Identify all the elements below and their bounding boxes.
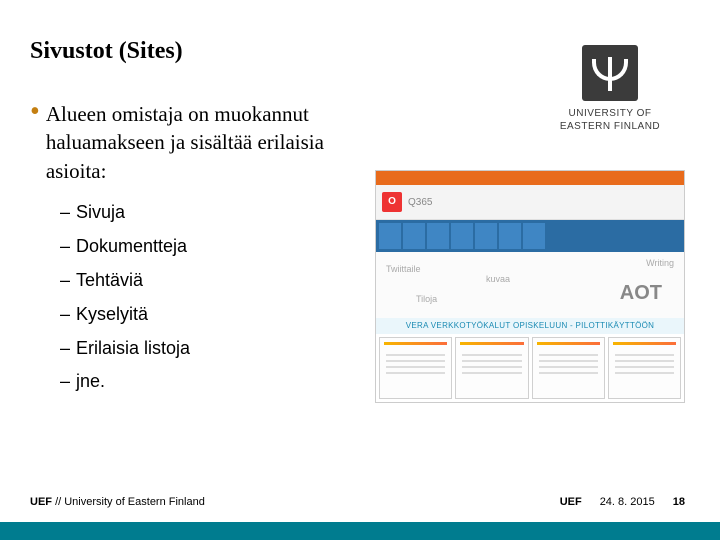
footer-date: 24. 8. 2015 [600,496,655,508]
grid-cell [455,337,528,399]
footer-left: UEF // University of Eastern Finland [30,496,205,508]
list-item-label: Dokumentteja [76,233,187,261]
list-item: –jne. [60,368,340,396]
sharepoint-screenshot: O Q365 Twiittaile Writing Tiloja kuvaa A… [375,170,685,403]
list-item: –Sivuja [60,199,340,227]
footer-right: UEF 24. 8. 2015 18 [560,496,685,508]
screenshot-wordcloud: Twiittaile Writing Tiloja kuvaa AOT [376,252,684,318]
list-item-label: jne. [76,368,105,396]
wc-word: kuvaa [486,274,510,284]
office-icon: O [382,192,402,212]
main-bullet-text: Alueen omistaja on muokannut haluamaksee… [46,100,340,185]
app-tile-icon [451,223,473,249]
bullet-dot-icon: • [30,100,40,185]
footer-brand-right: UEF [560,496,582,508]
list-item-label: Sivuja [76,199,125,227]
screenshot-topbar [376,171,684,185]
app-tile-icon [499,223,521,249]
grid-cell [379,337,452,399]
footer-institution: // University of Eastern Finland [55,496,205,508]
footer-page: 18 [673,496,685,508]
logo-line1: UNIVERSITY OF [569,108,652,119]
screenshot-grid [376,334,684,402]
logo-line2: EASTERN FINLAND [560,121,660,132]
app-tile-icon [523,223,545,249]
app-tile-icon [475,223,497,249]
footer-brand: UEF [30,496,52,508]
list-item: –Tehtäviä [60,267,340,295]
screenshot-tile-row [376,220,684,252]
screenshot-header: O Q365 [376,185,684,220]
list-item-label: Tehtäviä [76,267,143,295]
wc-word: Writing [646,258,674,268]
uef-logo-text: UNIVERSITY OF EASTERN FINLAND [535,107,685,133]
list-item: –Erilaisia listoja [60,335,340,363]
office-label: Q365 [408,197,432,208]
bottom-accent-bar [0,522,720,540]
aot-label: AOT [620,282,662,305]
list-item-label: Erilaisia listoja [76,335,190,363]
app-tile-icon [403,223,425,249]
content-area: • Alueen omistaja on muokannut haluamaks… [30,100,340,402]
list-item: –Kyselyitä [60,301,340,329]
wc-word: Tiloja [416,294,437,304]
page-title: Sivustot (Sites) [30,38,183,65]
list-item-label: Kyselyitä [76,301,148,329]
uef-logo-icon [582,45,638,101]
screenshot-banner: VERA VERKKOTYÖKALUT OPISKELUUN - PILOTTI… [376,318,684,334]
wc-word: Twiittaile [386,264,421,274]
main-bullet: • Alueen omistaja on muokannut haluamaks… [30,100,340,185]
uef-logo: UNIVERSITY OF EASTERN FINLAND [535,45,685,133]
app-tile-icon [379,223,401,249]
grid-cell [608,337,681,399]
sub-list: –Sivuja –Dokumentteja –Tehtäviä –Kyselyi… [30,199,340,396]
slide: Sivustot (Sites) UNIVERSITY OF EASTERN F… [0,0,720,540]
grid-cell [532,337,605,399]
app-tile-icon [427,223,449,249]
list-item: –Dokumentteja [60,233,340,261]
